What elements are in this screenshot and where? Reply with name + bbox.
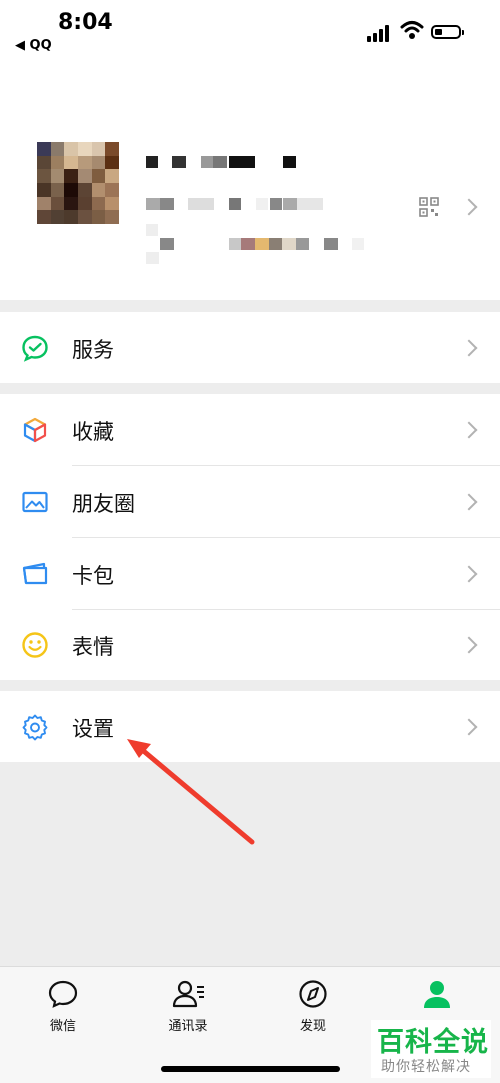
tab-contacts-label: 通讯录	[168, 1019, 208, 1034]
tab-discover-label: 发现	[299, 1019, 326, 1034]
tab-chats[interactable]: 微信	[18, 979, 108, 1034]
home-indicator[interactable]	[161, 1066, 340, 1072]
annotation-arrow-icon	[127, 739, 255, 845]
tab-discover[interactable]: 发现	[268, 979, 358, 1034]
compass-icon	[299, 980, 327, 1008]
chat-bubble-icon	[48, 980, 78, 1008]
watermark-title: 百科全说	[377, 1027, 489, 1058]
me-person-icon	[424, 981, 450, 1008]
tab-me[interactable]	[392, 979, 482, 1013]
watermark-subtitle: 助你轻松解决	[381, 1059, 471, 1075]
contacts-icon	[172, 980, 204, 1008]
tab-contacts[interactable]: 通讯录	[143, 979, 233, 1034]
tab-chats-label: 微信	[49, 1019, 76, 1034]
watermark-logo: 百科全说 助你轻松解决	[371, 1020, 491, 1078]
